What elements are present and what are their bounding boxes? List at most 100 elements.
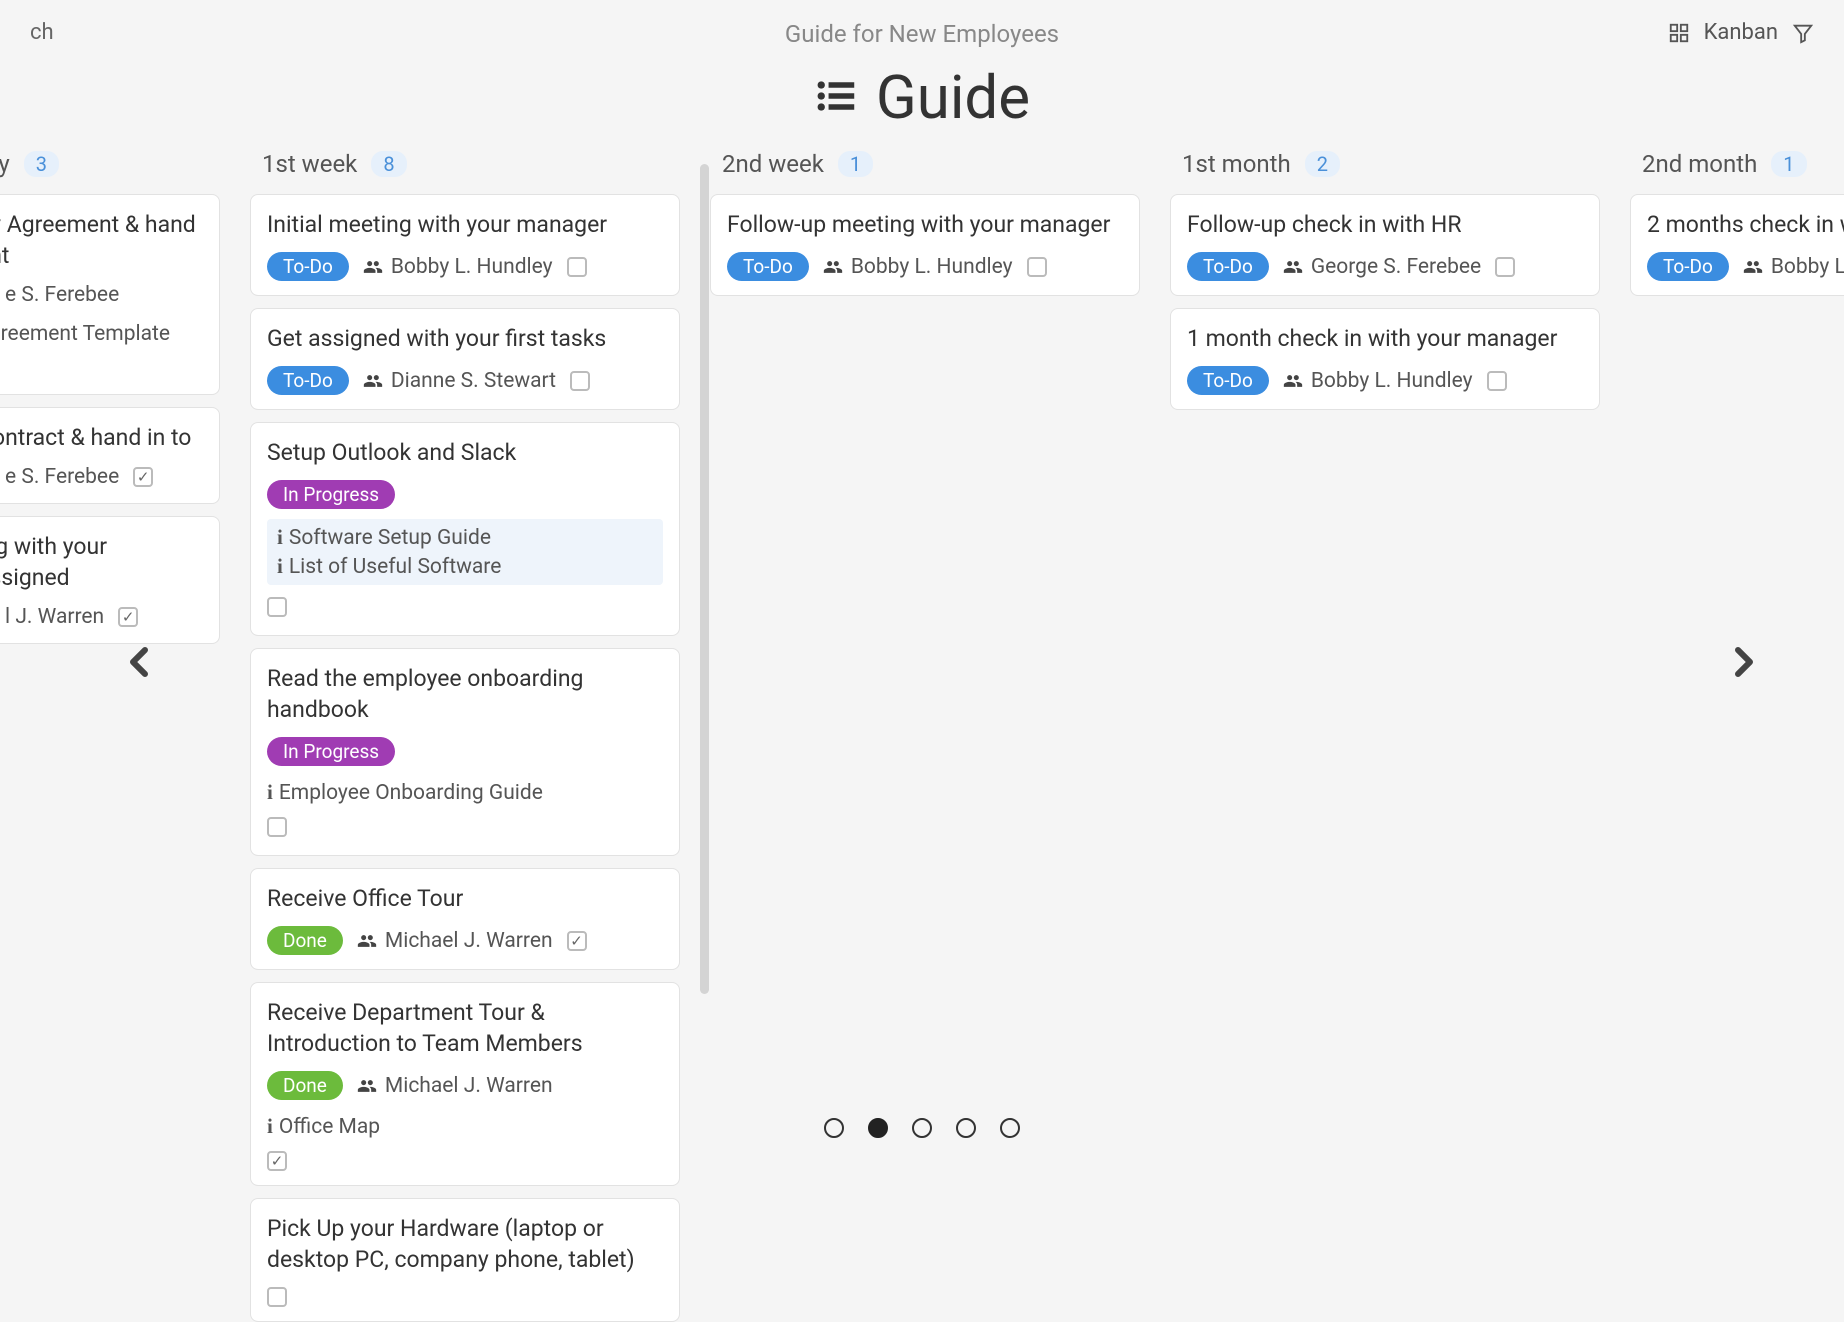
card-meta-row: In Progressi Employee Onboarding Guide — [267, 737, 663, 805]
people-icon — [357, 931, 377, 951]
column-cards: Follow-up meeting with your managerTo-Do… — [710, 194, 1140, 296]
card-assignee: Bobby L. Hundl — [1743, 255, 1844, 279]
card-title: Pick Up your Hardware (laptop or desktop… — [267, 1213, 663, 1275]
card-title: Receive Department Tour & Introduction t… — [267, 997, 663, 1059]
card-title: Follow-up check in with HR — [1187, 209, 1583, 240]
column-title: 2nd month — [1642, 150, 1757, 178]
prev-arrow[interactable] — [115, 630, 163, 701]
kanban-card[interactable]: 1 month check in with your managerTo-DoB… — [1170, 308, 1600, 410]
kanban-card[interactable]: Pick Up your Hardware (laptop or desktop… — [250, 1198, 680, 1322]
card-checkbox[interactable] — [1495, 257, 1515, 277]
status-pill: Done — [267, 1071, 343, 1100]
column-title: day — [0, 150, 10, 178]
pagination-dot[interactable] — [868, 1118, 888, 1138]
kanban-card[interactable]: Read the employee onboarding handbook In … — [250, 648, 680, 856]
kanban-column: 1st week 8 Initial meeting with your mana… — [250, 150, 680, 1322]
people-icon — [823, 257, 843, 277]
pagination-dots — [824, 1118, 1020, 1138]
top-left-fragment: ch — [30, 20, 54, 45]
column-header: 1st month 2 — [1170, 150, 1600, 194]
card-meta-row: l J. Warren — [0, 605, 203, 629]
people-icon — [1283, 371, 1303, 391]
column-header: day 3 — [0, 150, 220, 194]
column-cards: Follow-up check in with HRTo-DoGeorge S.… — [1170, 194, 1600, 410]
column-title: 1st week — [262, 150, 357, 178]
filter-icon[interactable] — [1792, 22, 1814, 44]
people-icon — [1743, 257, 1763, 277]
card-attachment[interactable]: i Employee Onboarding Guide — [267, 780, 543, 805]
card-meta-row: To-DoDianne S. Stewart — [267, 366, 663, 395]
column-header: 1st week 8 — [250, 150, 680, 194]
kanban-card[interactable]: Contract & hand in toe S. Ferebee — [0, 407, 220, 504]
card-assignee: e S. Ferebee — [0, 283, 119, 307]
column-title: 1st month — [1182, 150, 1291, 178]
card-assignee: Michael J. Warren — [357, 929, 553, 953]
kanban-column: day 3ity Agreement & hand ente S. Ferebe… — [0, 150, 220, 1322]
column-title: 2nd week — [722, 150, 824, 178]
card-checkbox[interactable] — [570, 371, 590, 391]
pagination-dot[interactable] — [1000, 1118, 1020, 1138]
pagination-dot[interactable] — [912, 1118, 932, 1138]
card-checkbox[interactable] — [267, 597, 287, 617]
kanban-card[interactable]: 2 months check in with y To-DoBobby L. Hu… — [1630, 194, 1844, 296]
kanban-card[interactable]: Follow-up check in with HRTo-DoGeorge S.… — [1170, 194, 1600, 296]
page-title-text: Guide — [876, 62, 1030, 133]
pagination-dot[interactable] — [824, 1118, 844, 1138]
people-icon — [363, 371, 383, 391]
card-title: ing with your assigned — [0, 531, 203, 593]
card-attachment[interactable]: i Software Setup Guide — [277, 525, 653, 550]
card-title: 2 months check in with y — [1647, 209, 1844, 240]
card-attachment[interactable]: i List of Useful Software — [277, 554, 653, 579]
kanban-icon — [1668, 22, 1690, 44]
card-attachment-block: i Software Setup Guide i List of Useful S… — [267, 519, 663, 585]
column-cards: ity Agreement & hand ente S. Ferebeei gr… — [0, 194, 220, 644]
card-checkbox[interactable] — [267, 817, 287, 837]
card-checkbox[interactable] — [267, 1287, 287, 1307]
status-pill: In Progress — [267, 480, 395, 509]
card-meta-row: To-DoBobby L. Hundley — [727, 252, 1123, 281]
people-icon — [357, 1076, 377, 1096]
card-title: Contract & hand in to — [0, 422, 203, 453]
card-assignee: l J. Warren — [0, 605, 104, 629]
card-meta-row: In Progress — [267, 480, 663, 509]
column-cards: Initial meeting with your managerTo-DoBo… — [250, 194, 680, 1322]
people-icon — [363, 257, 383, 277]
kanban-card[interactable]: Receive Department Tour & Introduction t… — [250, 982, 680, 1186]
column-count-badge: 3 — [24, 151, 59, 177]
breadcrumb[interactable]: Guide for New Employees — [785, 20, 1059, 48]
column-count-badge: 2 — [1305, 151, 1340, 177]
card-checkbox[interactable] — [133, 467, 153, 487]
status-pill: Done — [267, 926, 343, 955]
view-switcher[interactable]: Kanban — [1668, 20, 1814, 45]
next-arrow[interactable] — [1720, 630, 1768, 701]
card-checkbox[interactable] — [567, 931, 587, 951]
card-title: Receive Office Tour — [267, 883, 663, 914]
status-pill: To-Do — [267, 252, 349, 281]
card-checkbox[interactable] — [1487, 371, 1507, 391]
kanban-card[interactable]: ing with your assigned l J. Warren — [0, 516, 220, 644]
column-scrollbar[interactable] — [700, 164, 709, 994]
status-pill: To-Do — [1187, 366, 1269, 395]
status-pill: To-Do — [727, 252, 809, 281]
card-checkbox[interactable] — [118, 607, 138, 627]
card-checkbox[interactable] — [1027, 257, 1047, 277]
list-icon — [814, 62, 858, 133]
card-title: Initial meeting with your manager — [267, 209, 663, 240]
card-checkbox[interactable] — [267, 1151, 287, 1171]
kanban-column: 2nd week 1Follow-up meeting with your ma… — [710, 150, 1140, 1322]
kanban-card[interactable]: Follow-up meeting with your managerTo-Do… — [710, 194, 1140, 296]
card-title: Read the employee onboarding handbook — [267, 663, 663, 725]
card-meta-row — [267, 1287, 663, 1307]
kanban-card[interactable]: Get assigned with your first tasksTo-DoD… — [250, 308, 680, 410]
card-meta-row: Done Michael J. Warren i Office Map — [267, 1071, 663, 1139]
card-meta-row: To-DoBobby L. Hundl — [1647, 252, 1844, 281]
kanban-card[interactable]: Setup Outlook and SlackIn Progressi Soft… — [250, 422, 680, 636]
card-attachment[interactable]: i Office Map — [267, 1114, 380, 1139]
card-checkbox[interactable] — [567, 257, 587, 277]
kanban-card[interactable]: Receive Office Tour Done Michael J. Warren — [250, 868, 680, 970]
kanban-card[interactable]: Initial meeting with your managerTo-DoBo… — [250, 194, 680, 296]
kanban-card[interactable]: ity Agreement & hand ente S. Ferebeei gr… — [0, 194, 220, 395]
pagination-dot[interactable] — [956, 1118, 976, 1138]
card-attachment[interactable]: i greement Template — [0, 321, 170, 346]
column-cards: 2 months check in with y To-DoBobby L. Hu… — [1630, 194, 1844, 296]
